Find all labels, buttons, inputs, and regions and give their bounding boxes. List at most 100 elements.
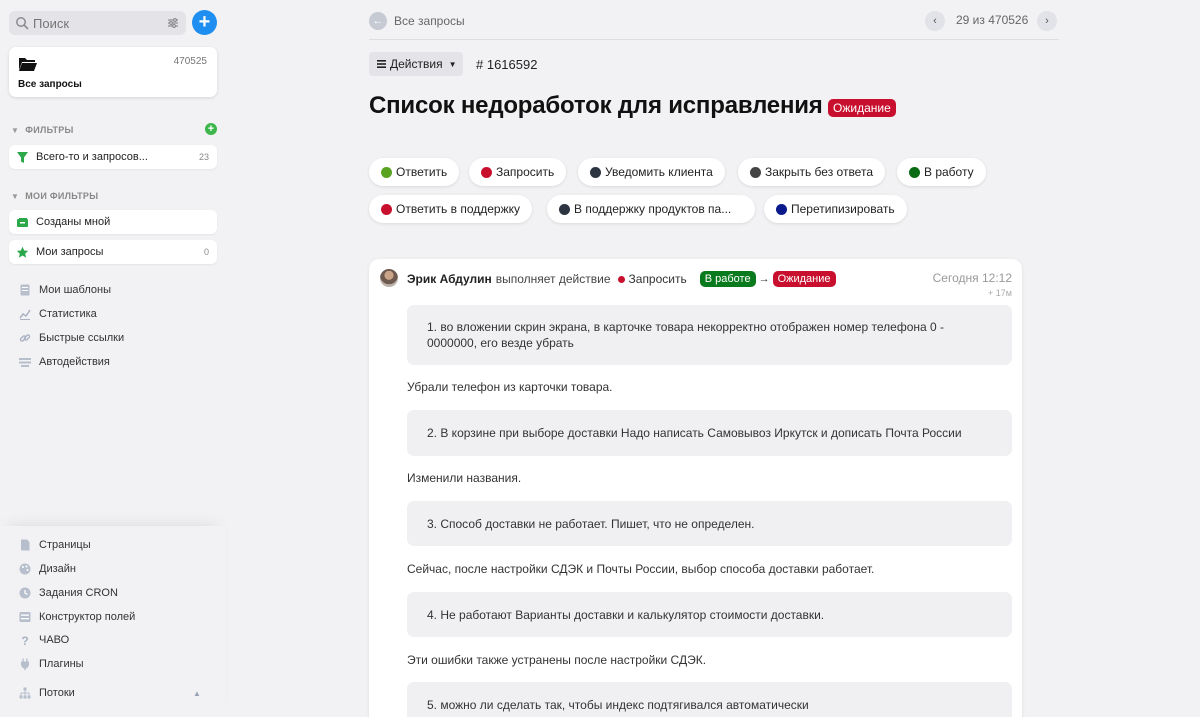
caret-down-icon: ▼ [11, 191, 20, 201]
my-filter-label: Мои запросы [36, 246, 104, 258]
nav-label: Быстрые ссылки [39, 332, 125, 344]
link-icon [19, 332, 31, 344]
my-filters-section-header[interactable]: ▼ МОИ ФИЛЬТРЫ [11, 191, 98, 201]
folder-icon [18, 56, 38, 72]
author-name[interactable]: Эрик Абдулин [407, 272, 492, 286]
reply-text: Сейчас, после настройки СДЭК и Почты Рос… [407, 562, 875, 576]
nav-flows[interactable]: Потоки [19, 687, 75, 699]
action-product-support-button[interactable]: В поддержку продуктов па... [547, 195, 755, 223]
my-filter-label: Созданы мной [36, 216, 111, 228]
inbox-icon [16, 216, 29, 229]
action-label: Закрыть без ответа [765, 165, 873, 179]
request-id: # 1616592 [476, 57, 538, 72]
quote-block: 2. В корзине при выборе доставки Надо на… [407, 410, 1012, 456]
reply-text: Изменили названия. [407, 471, 522, 485]
action-to-work-button[interactable]: В работу [897, 158, 986, 186]
avatar [380, 269, 398, 287]
search-input[interactable] [33, 15, 153, 31]
quote-text: 4. Не работают Варианты доставки и кальк… [427, 607, 825, 622]
arrow-right-icon: → [758, 273, 770, 285]
plug-icon [19, 658, 31, 670]
nav-pages[interactable]: Страницы [19, 539, 91, 551]
quote-text: 3. Способ доставки не работает. Пишет, ч… [427, 516, 755, 531]
action-label: Ответить в поддержку [396, 202, 521, 216]
my-filter-my-requests[interactable]: Мои запросы 0 [9, 240, 217, 264]
add-filter-icon[interactable]: + [205, 123, 217, 135]
search-box[interactable] [9, 11, 186, 35]
palette-icon [19, 563, 31, 575]
event-action-text: выполняет действие [495, 272, 611, 286]
sitemap-icon [19, 687, 31, 699]
action-label: Запросить [496, 165, 555, 179]
filter-settings-icon[interactable] [166, 16, 180, 30]
nav-cron-tasks[interactable]: Задания CRON [19, 587, 118, 599]
reply-text: Эти ошибки также устранены после настрой… [407, 653, 707, 667]
sidebar-bottom-panel: Страницы Дизайн Задания CRON Конструктор… [0, 526, 225, 717]
add-request-button[interactable]: + [192, 10, 217, 35]
reply-text: Убрали телефон из карточки товара. [407, 380, 613, 394]
nav-statistics[interactable]: Статистика [19, 308, 97, 320]
topbar: ← Все запросы ‹ 29 из 470526 › [369, 8, 1059, 40]
page-title: Список недоработок для исправления [369, 92, 823, 119]
caret-up-icon[interactable]: ▲ [193, 689, 201, 698]
actions-dropdown[interactable]: Действия ▼ [369, 52, 463, 76]
nav-label: Конструктор полей [39, 611, 136, 623]
nav-auto-actions[interactable]: Автодействия [19, 356, 110, 368]
action-close-no-reply-button[interactable]: Закрыть без ответа [738, 158, 885, 186]
caret-down-icon: ▼ [11, 125, 20, 135]
status-dot [381, 166, 392, 178]
nav-label: ЧАВО [39, 634, 70, 646]
quote-block: 1. во вложении скрин экрана, в карточке … [407, 305, 1012, 365]
nav-label: Дизайн [39, 563, 76, 575]
nav-design[interactable]: Дизайн [19, 563, 76, 575]
back-link[interactable]: Все запросы [394, 14, 465, 28]
back-arrow-icon[interactable]: ← [369, 12, 387, 30]
action-request-button[interactable]: Запросить [469, 158, 567, 186]
status-dot [909, 166, 920, 178]
filter-item[interactable]: Всего-то и запросов... 23 [9, 145, 217, 169]
action-reply-button[interactable]: Ответить [369, 158, 460, 186]
nav-plugins[interactable]: Плагины [19, 658, 84, 670]
next-request-button[interactable]: › [1037, 11, 1057, 31]
nav-label: Страницы [39, 539, 91, 551]
my-filter-count: 0 [203, 247, 209, 257]
event-time: Сегодня 12:12 [932, 271, 1012, 285]
template-icon [19, 284, 31, 296]
action-retype-button[interactable]: Перетипизировать [764, 195, 907, 223]
from-status-badge: В работе [699, 271, 756, 287]
nav-quick-links[interactable]: Быстрые ссылки [19, 332, 124, 344]
status-dot [481, 166, 492, 178]
nav-faq[interactable]: ? ЧАВО [19, 634, 70, 648]
dropdown-caret-icon: ▼ [448, 59, 457, 69]
event-card: Эрик Абдулин выполняет действие Запросит… [369, 259, 1022, 717]
action-reply-support-button[interactable]: Ответить в поддержку [369, 195, 533, 223]
search-icon [15, 16, 29, 30]
status-dot [381, 203, 392, 215]
status-dot [776, 203, 787, 215]
action-label: Перетипизировать [791, 202, 895, 216]
actions-label: Действия [390, 57, 443, 71]
event-header: Эрик Абдулин выполняет действие Запросит… [407, 271, 836, 287]
quote-text: 2. В корзине при выборе доставки Надо на… [427, 426, 962, 440]
my-filters-header-label: МОИ ФИЛЬТРЫ [25, 191, 99, 201]
action-label: Ответить [396, 165, 448, 179]
prev-request-button[interactable]: ‹ [925, 11, 945, 31]
action-label: В поддержку продуктов па... [574, 202, 732, 216]
page-icon [19, 539, 31, 551]
event-action-name: Запросить [628, 272, 687, 286]
nav-field-builder[interactable]: Конструктор полей [19, 611, 135, 623]
my-filter-created-by-me[interactable]: Созданы мной [9, 210, 217, 234]
all-requests-card[interactable]: 470525 Все запросы [9, 47, 217, 97]
all-requests-label: Все запросы [18, 79, 82, 90]
status-dot [590, 166, 601, 178]
quote-block: 4. Не работают Варианты доставки и кальк… [407, 592, 1012, 637]
nav-label: Задания CRON [39, 587, 118, 599]
filters-header-label: ФИЛЬТРЫ [25, 125, 74, 135]
action-notify-client-button[interactable]: Уведомить клиента [578, 158, 725, 186]
quote-block: 3. Способ доставки не работает. Пишет, ч… [407, 501, 1012, 546]
filters-section-header[interactable]: ▼ ФИЛЬТРЫ [11, 125, 74, 135]
status-dot [559, 203, 570, 215]
nav-label: Статистика [39, 308, 97, 320]
nav-my-templates[interactable]: Мои шаблоны [19, 284, 111, 296]
all-requests-count: 470525 [173, 56, 207, 67]
